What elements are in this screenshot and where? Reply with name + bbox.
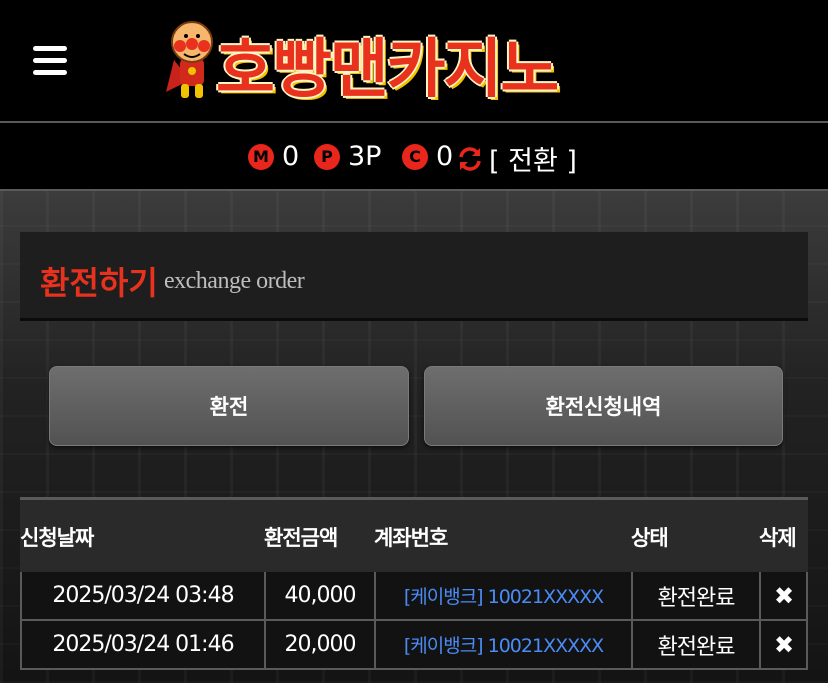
row-account: [케이뱅크] 10021XXXXX (376, 621, 633, 668)
casino-balance: C 0 (402, 141, 453, 172)
exchange-tab-button[interactable]: 환전 (49, 366, 409, 446)
logo-text[interactable]: 호빵맨카지노 (216, 18, 559, 110)
point-badge-icon: P (314, 143, 340, 170)
row-status: 환전완료 (633, 572, 761, 619)
exchange-history-tab-button[interactable]: 환전신청내역 (424, 366, 783, 446)
header-status: 상태 (631, 526, 669, 550)
table-row: 2025/03/24 01:46 20,000 [케이뱅크] 10021XXXX… (20, 621, 808, 670)
header-amount: 환전금액 (264, 526, 338, 550)
header-delete: 삭제 (759, 526, 797, 550)
delete-icon[interactable]: ✖ (761, 621, 806, 668)
page-subtitle: exchange order (164, 268, 305, 294)
exchange-history-table: 신청날짜 환전금액 계좌번호 상태 삭제 2025/03/24 03:48 40… (20, 497, 808, 670)
row-amount: 40,000 (266, 572, 376, 619)
header-account: 계좌번호 (374, 526, 448, 550)
row-amount: 20,000 (266, 621, 376, 668)
mascot-logo-icon (166, 21, 213, 98)
point-balance: P 3P (314, 141, 381, 172)
row-date: 2025/03/24 01:46 (22, 621, 266, 668)
header-date: 신청날짜 (20, 526, 94, 550)
money-badge-icon: M (248, 143, 274, 170)
delete-icon[interactable]: ✖ (761, 572, 806, 619)
point-value: 3P (348, 141, 382, 172)
table-header: 신청날짜 환전금액 계좌번호 상태 삭제 (20, 497, 808, 572)
table-row: 2025/03/24 03:48 40,000 [케이뱅크] 10021XXXX… (20, 572, 808, 621)
money-value: 0 (282, 141, 300, 172)
hamburger-menu-icon[interactable] (33, 46, 67, 76)
row-account: [케이뱅크] 10021XXXXX (376, 572, 633, 619)
row-date: 2025/03/24 03:48 (22, 572, 266, 619)
money-balance: M 0 (248, 141, 299, 172)
row-status: 환전완료 (633, 621, 761, 668)
page-title: 환전하기 (40, 264, 158, 302)
switch-button[interactable]: [ 전환 ] (489, 139, 577, 178)
casino-value: 0 (436, 141, 454, 172)
casino-badge-icon: C (402, 143, 428, 170)
refresh-icon[interactable] (456, 145, 484, 173)
